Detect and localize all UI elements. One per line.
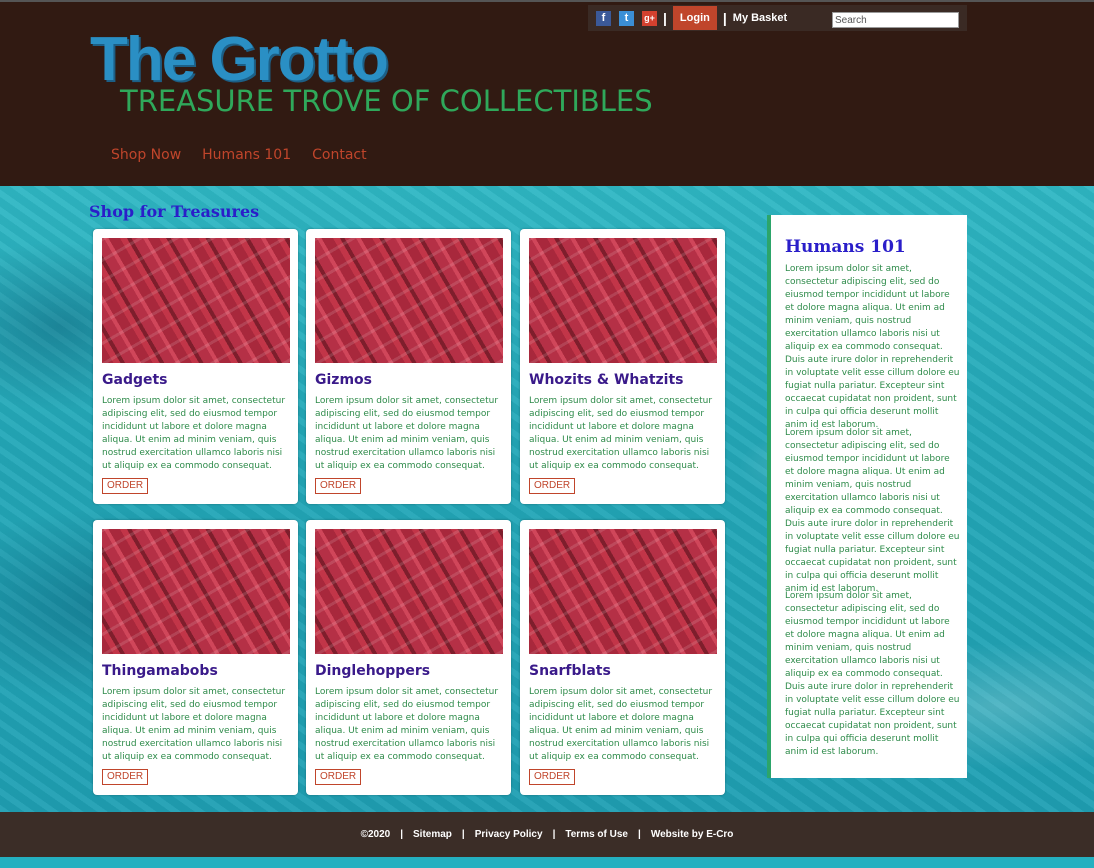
- product-description: Lorem ipsum dolor sit amet, consectetur …: [315, 396, 499, 471]
- order-button[interactable]: ORDER: [102, 769, 149, 785]
- divider: |: [400, 829, 404, 840]
- divider: |: [722, 10, 727, 26]
- footer-link-website-by[interactable]: Website by E-Cro: [651, 829, 734, 840]
- site-header: f t g+ | Login | My Basket The Grotto TR…: [0, 0, 1094, 186]
- product-card: Snarfblats Lorem ipsum dolor sit amet, c…: [520, 520, 725, 795]
- section-title: Shop for Treasures: [89, 202, 260, 221]
- product-image[interactable]: [529, 529, 717, 654]
- product-description: Lorem ipsum dolor sit amet, consectetur …: [529, 396, 713, 471]
- main-nav: Shop Now Humans 101 Contact: [111, 147, 388, 163]
- search-input[interactable]: [832, 12, 959, 28]
- twitter-icon[interactable]: t: [619, 10, 634, 26]
- login-button[interactable]: Login: [672, 6, 717, 30]
- product-card: Gizmos Lorem ipsum dolor sit amet, conse…: [306, 229, 511, 504]
- product-card: Dinglehoppers Lorem ipsum dolor sit amet…: [306, 520, 511, 795]
- product-image[interactable]: [102, 238, 290, 363]
- nav-contact[interactable]: Contact: [312, 147, 366, 163]
- sidebar-paragraph: Lorem ipsum dolor sit amet, consectetur …: [785, 264, 960, 430]
- sidebar-paragraph: Lorem ipsum dolor sit amet, consectetur …: [785, 591, 960, 757]
- product-description: Lorem ipsum dolor sit amet, consectetur …: [529, 687, 713, 762]
- order-button[interactable]: ORDER: [529, 478, 576, 494]
- order-button[interactable]: ORDER: [315, 769, 362, 785]
- footer-link-sitemap[interactable]: Sitemap: [413, 829, 452, 840]
- google-plus-icon[interactable]: g+: [642, 10, 657, 26]
- divider: |: [663, 10, 667, 26]
- product-card: Gadgets Lorem ipsum dolor sit amet, cons…: [93, 229, 298, 504]
- divider: |: [638, 829, 641, 840]
- bottom-water-strip: [0, 857, 1094, 868]
- site-tagline: TREASURE TROVE OF COLLECTIBLES: [120, 84, 653, 118]
- product-description: Lorem ipsum dolor sit amet, consectetur …: [315, 687, 499, 762]
- product-title[interactable]: Whozits & Whatzits: [529, 372, 683, 388]
- divider: |: [461, 829, 465, 840]
- sidebar-title: Humans 101: [785, 237, 906, 257]
- nav-shop-now[interactable]: Shop Now: [111, 147, 181, 163]
- product-title[interactable]: Snarfblats: [529, 663, 611, 679]
- copyright: ©2020: [360, 829, 391, 840]
- product-description: Lorem ipsum dolor sit amet, consectetur …: [102, 396, 286, 471]
- humans-101-sidebar: Humans 101 Lorem ipsum dolor sit amet, c…: [767, 215, 967, 778]
- footer-link-privacy-policy[interactable]: Privacy Policy: [475, 829, 543, 840]
- product-title[interactable]: Dinglehoppers: [315, 663, 430, 679]
- nav-humans-101[interactable]: Humans 101: [202, 147, 291, 163]
- product-image[interactable]: [315, 238, 503, 363]
- divider: |: [552, 829, 556, 840]
- order-button[interactable]: ORDER: [529, 769, 576, 785]
- facebook-icon[interactable]: f: [596, 10, 611, 26]
- order-button[interactable]: ORDER: [102, 478, 149, 494]
- footer-link-terms-of-use[interactable]: Terms of Use: [565, 829, 628, 840]
- product-image[interactable]: [529, 238, 717, 363]
- product-title[interactable]: Gizmos: [315, 372, 372, 388]
- sidebar-paragraph: Lorem ipsum dolor sit amet, consectetur …: [785, 428, 960, 594]
- site-footer: ©2020 | Sitemap | Privacy Policy | Terms…: [0, 812, 1094, 857]
- order-button[interactable]: ORDER: [315, 478, 362, 494]
- product-image[interactable]: [102, 529, 290, 654]
- my-basket-link[interactable]: My Basket: [733, 12, 787, 24]
- product-title[interactable]: Thingamabobs: [102, 663, 218, 679]
- product-description: Lorem ipsum dolor sit amet, consectetur …: [102, 687, 286, 762]
- product-card: Thingamabobs Lorem ipsum dolor sit amet,…: [93, 520, 298, 795]
- product-image[interactable]: [315, 529, 503, 654]
- product-card: Whozits & Whatzits Lorem ipsum dolor sit…: [520, 229, 725, 504]
- product-title[interactable]: Gadgets: [102, 372, 168, 388]
